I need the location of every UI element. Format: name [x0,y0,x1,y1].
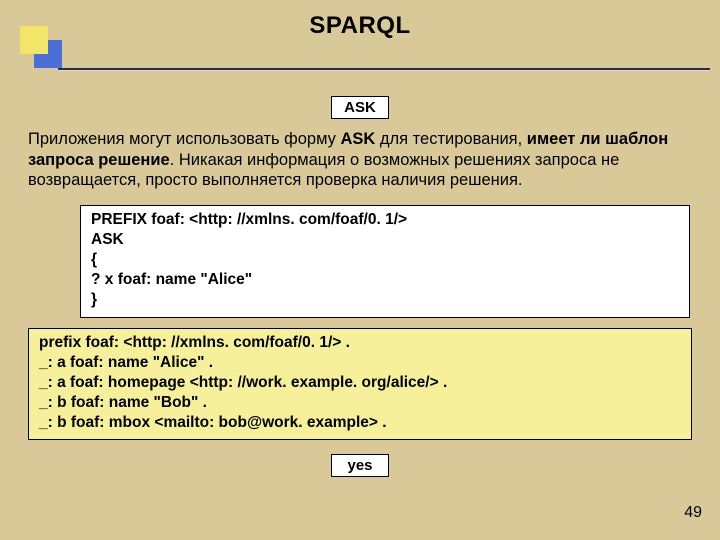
body-part2: для тестирования, [375,130,526,148]
title-divider [58,68,710,70]
body-bold1: ASK [340,130,375,148]
sparql-query-box: PREFIX foaf: <http: //xmlns. com/foaf/0.… [80,205,690,318]
ask-label-box: ASK [331,96,389,119]
result-box: yes [331,454,389,477]
header: SPARQL [0,0,720,78]
page-number: 49 [684,504,702,522]
page-title: SPARQL [0,0,720,40]
body-part1: Приложения могут использовать форму [28,130,340,148]
logo-yellow-square [20,26,48,54]
body-paragraph: Приложения могут использовать форму ASK … [0,129,720,191]
logo-icon [12,18,68,74]
rdf-data-box: prefix foaf: <http: //xmlns. com/foaf/0.… [28,328,692,441]
